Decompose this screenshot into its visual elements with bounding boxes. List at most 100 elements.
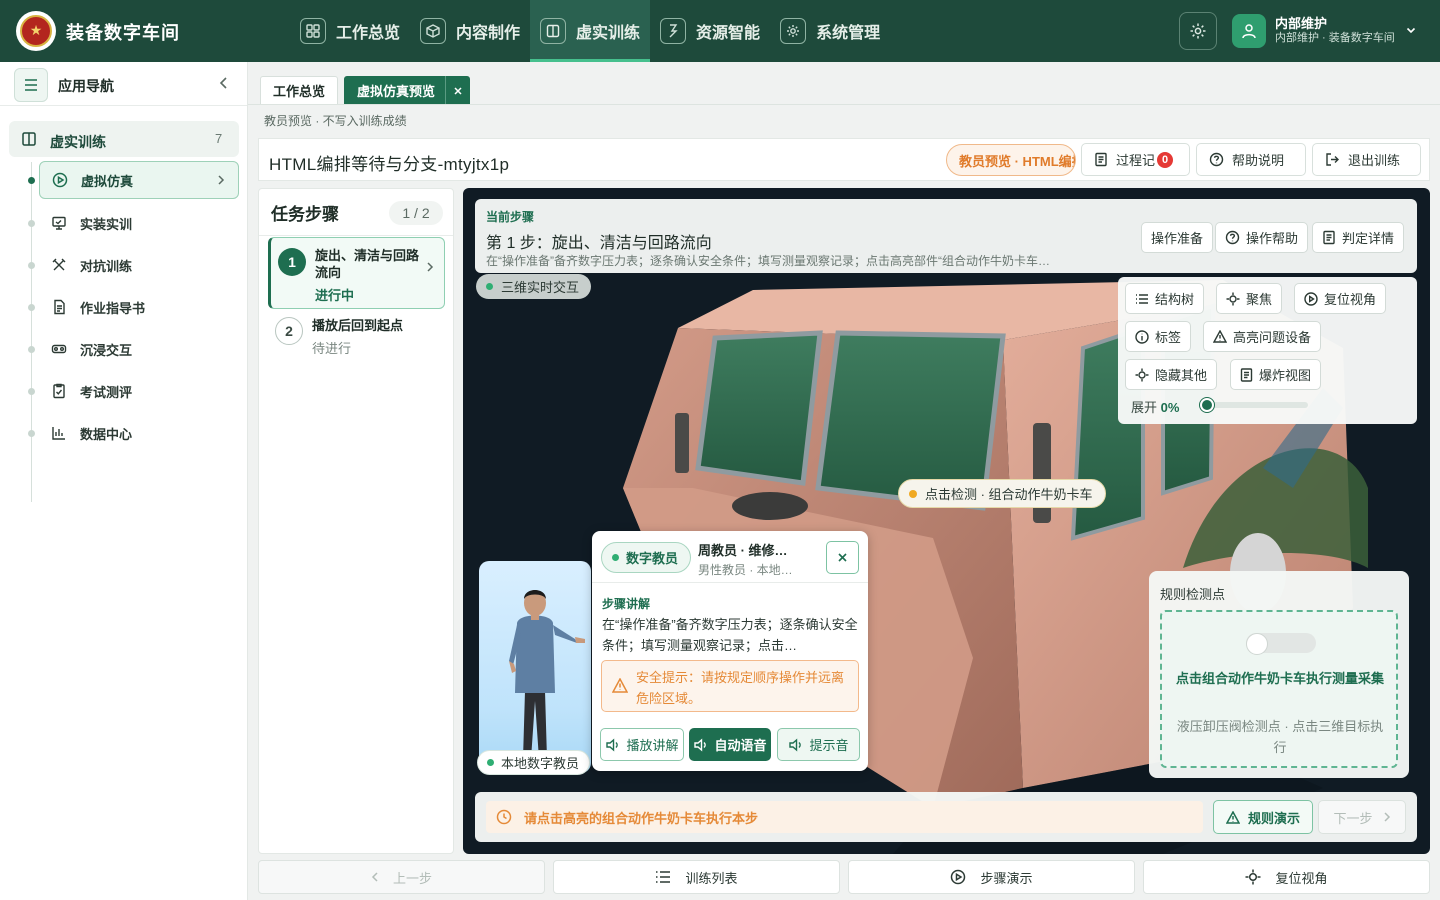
reset-view-bottom-button[interactable]: 复位视角 [1143,860,1430,894]
sidebar-item-immersive[interactable]: 沉浸交互 [39,330,239,368]
chevron-left-icon[interactable] [218,76,230,90]
sidebar-group-count: 7 [215,131,223,146]
expand-slider[interactable] [1200,398,1308,412]
process-record-button[interactable]: 过程记 0 [1081,143,1190,176]
highlight-issue-button[interactable]: 高亮问题设备 [1203,321,1322,352]
user-menu[interactable]: 内部维护 内部维护 · 装备数字车间 [1232,14,1395,48]
status-dot [486,283,493,290]
crosshair-icon [1135,368,1149,382]
step-item-2[interactable]: 2 播放后回到起点 待进行 [268,311,445,361]
focus-button[interactable]: 聚焦 [1216,283,1283,314]
current-step-desc: 在“操作准备”备齐数字压力表；逐条确认安全条件；填写测量观察记录；点击高亮部件“… [486,254,1050,268]
nav-item-system[interactable]: 系统管理 [770,0,890,62]
sidebar-item-data-center[interactable]: 数据中心 [39,414,239,452]
info-icon [1135,329,1149,344]
tree-dot [28,430,35,437]
teacher-avatar-icon [507,590,585,770]
tab-sim-preview[interactable]: 虚拟仿真预览 [344,76,471,105]
sidebar-item-exam[interactable]: 考试测评 [39,372,239,410]
sidebar-item-manual[interactable]: 作业指导书 [39,288,239,326]
rule-demo-label: 规则演示 [1248,810,1301,826]
dialog-close-button[interactable] [826,541,859,574]
nav-item-content[interactable]: 内容制作 [410,0,530,62]
prep-button[interactable]: 操作准备 [1141,222,1214,253]
vr-headset-icon [50,341,68,357]
live-interaction-label: 三维实时交互 [501,280,580,295]
digital-teacher-tag-label: 数字教员 [626,551,679,566]
breadcrumb: 教员预览 · 不写入训练成绩 [264,114,407,128]
tree-line [31,162,32,502]
judge-details-button[interactable]: 判定详情 [1312,222,1405,253]
auto-voice-button[interactable]: 自动语音 [689,728,771,761]
crosshair-icon [1245,869,1261,885]
exit-training-button[interactable]: 退出训练 [1312,143,1421,176]
sidebar-group-training[interactable]: 虚实训练 7 [9,121,239,157]
tab-overview[interactable]: 工作总览 [260,76,339,105]
tool-label: 标签 [1155,330,1182,345]
settings-button[interactable] [1179,12,1217,50]
nav-item-resources[interactable]: 资源智能 [650,0,770,62]
nav-item-overview[interactable]: 工作总览 [290,0,410,62]
rule-card-title: 规则检测点 [1160,587,1226,602]
tab-label: 虚拟仿真预览 [357,84,436,99]
rule-main-text: 点击组合动作牛奶卡车执行测量采集 [1175,671,1384,686]
digital-teacher-figure [479,561,591,773]
bolt-icon [660,18,687,44]
play-explanation-button[interactable]: 播放讲解 [600,728,684,761]
slider-handle[interactable] [1200,398,1214,412]
steps-counter: 1 / 2 [389,201,443,225]
user-icon [1241,23,1257,39]
training-list-button[interactable]: 训练列表 [553,860,840,894]
sidebar-item-label: 实装实训 [80,216,133,232]
nav-label: 工作总览 [336,25,401,42]
hide-others-button[interactable]: 隐藏其他 [1125,359,1218,390]
chevron-left-icon [371,871,379,883]
swords-icon [50,257,68,273]
step-status: 待进行 [312,341,352,356]
status-dot [487,759,494,766]
safety-warning-text: 安全提示：请按规定顺序操作并远离危险区域。 [636,670,845,706]
rule-checkpoint-card: 规则检测点 点击组合动作牛奶卡车执行测量采集 液压卸压阀检测点 · 点击三维目标… [1149,571,1409,778]
hint-sound-label: 提示音 [809,738,849,753]
help-button[interactable]: 帮助说明 [1196,143,1306,176]
structure-tree-button[interactable]: 结构树 [1125,283,1205,314]
step-item-1[interactable]: 1 旋出、清洁与回路流向 进行中 [268,237,445,309]
rule-sub-text: 液压卸压阀检测点 · 点击三维目标执行 [1176,719,1384,755]
rule-target-box[interactable]: 点击组合动作牛奶卡车执行测量采集 液压卸压阀检测点 · 点击三维目标执行 [1160,610,1398,768]
digital-teacher-tag: 数字教员 [601,542,692,573]
grid-icon [300,18,326,44]
operation-help-button[interactable]: 操作帮助 [1215,222,1309,253]
prev-step-label: 上一步 [392,870,432,886]
hint-sound-button[interactable]: 提示音 [777,728,860,761]
next-step-label: 下一步 [1333,810,1373,826]
operation-help-label: 操作帮助 [1246,231,1299,246]
nav-item-training[interactable]: 虚实训练 [530,0,651,62]
exit-label: 退出训练 [1348,153,1401,168]
rule-demo-button[interactable]: 规则演示 [1213,800,1314,834]
label-button[interactable]: 标签 [1125,321,1192,352]
tool-label: 复位视角 [1324,292,1377,307]
exploded-view-button[interactable]: 爆炸视图 [1230,359,1322,390]
next-step-button[interactable]: 下一步 [1318,800,1406,834]
step-demo-button[interactable]: 步骤演示 [848,860,1135,894]
sidebar-item-label: 考试测评 [80,384,133,400]
judge-details-label: 判定详情 [1342,231,1395,246]
teacher-name: 周教员 · 维修… [698,543,788,558]
page-title: HTML编排等待与分支-mtyjtx1p [269,155,510,174]
status-dot [612,554,619,561]
hotspot-label[interactable]: 点击检测 · 组合动作牛奶卡车 [898,479,1106,508]
sidebar-item-virtual-sim[interactable]: 虚拟仿真 [39,161,239,199]
menu-toggle-button[interactable] [14,68,48,102]
nav-label: 系统管理 [816,25,881,42]
sidebar-item-real-training[interactable]: 实装实训 [39,204,239,242]
close-icon[interactable] [445,76,469,105]
chevron-down-icon[interactable] [1405,24,1417,36]
process-record-label: 过程记 [1116,153,1156,168]
cube-icon [420,18,447,44]
reset-view-button[interactable]: 复位视角 [1294,283,1387,314]
prev-step-button[interactable]: 上一步 [258,860,545,894]
live-interaction-badge: 三维实时交互 [476,274,592,299]
current-step-card: 当前步骤 第 1 步：旋出、清洁与回路流向 在“操作准备”备齐数字压力表；逐条确… [475,199,1417,273]
tab-divider [248,104,1440,105]
sidebar-item-versus[interactable]: 对抗训练 [39,246,239,284]
